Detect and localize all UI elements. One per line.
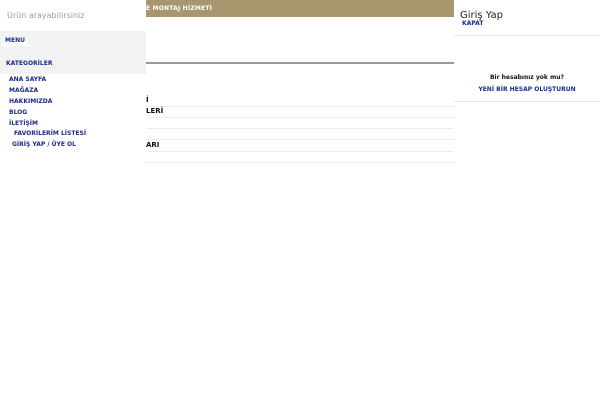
divider — [454, 101, 600, 102]
nav-item-blog[interactable]: BLOG — [9, 108, 27, 118]
divider — [454, 35, 600, 36]
no-account-text: Bir hesabınız yok mu? — [489, 74, 564, 81]
create-account-link[interactable]: YENİ BİR HESAP OLUŞTURUN — [454, 86, 600, 93]
search-input[interactable] — [7, 8, 137, 22]
menu-drawer: MENU KATEGORİLER ANA SAYFA MAĞAZA HAKKIM… — [0, 0, 146, 400]
drawer-tabs: MENU KATEGORİLER — [0, 31, 146, 74]
search-bar — [0, 0, 146, 31]
nav-item-login-register[interactable]: GİRİŞ YAP / ÜYE OL — [12, 140, 76, 150]
tab-menu[interactable]: MENU — [2, 37, 28, 45]
tab-categories[interactable]: KATEGORİLER — [6, 59, 52, 68]
nav-item-about[interactable]: HAKKIMIZDA — [9, 97, 52, 107]
list-item[interactable] — [146, 151, 454, 163]
nav-item-home[interactable]: ANA SAYFA — [9, 75, 46, 85]
nav-item-shop[interactable]: MAĞAZA — [9, 86, 38, 96]
announcement-text: E MONTAJ HİZMETİ — [146, 5, 213, 12]
header-divider — [146, 62, 454, 64]
list-item[interactable] — [146, 128, 454, 140]
nav-item-contact[interactable]: İLETİŞİM — [9, 119, 38, 129]
close-button[interactable]: KAPAT — [462, 20, 483, 27]
active-tab-indicator — [2, 45, 31, 46]
nav-item-wishlist[interactable]: FAVORİLERİM LİSTESİ — [14, 129, 86, 139]
login-drawer: Giriş Yap KAPAT Bir hesabınız yok mu? YE… — [454, 0, 600, 400]
